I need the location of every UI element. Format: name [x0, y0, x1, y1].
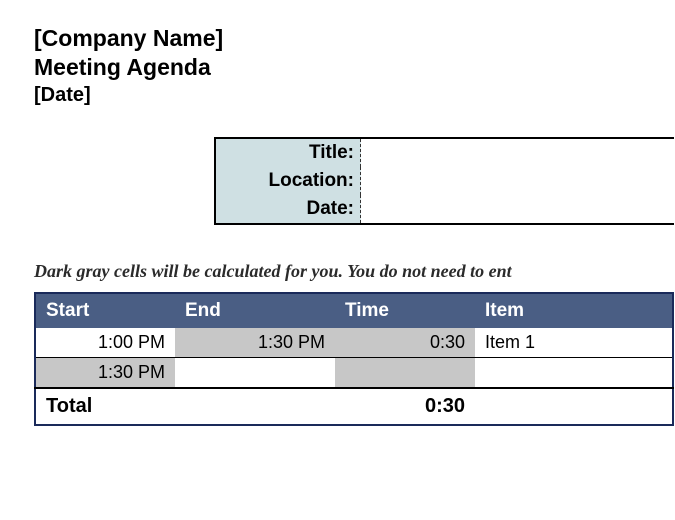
cell-item[interactable] [475, 357, 673, 388]
doc-date: [Date] [34, 84, 675, 107]
cell-end: 1:30 PM [175, 328, 335, 358]
total-row: Total 0:30 [35, 388, 673, 425]
cell-item[interactable]: Item 1 [475, 328, 673, 358]
info-date-label: Date: [216, 195, 361, 223]
col-item: Item [475, 293, 673, 328]
info-title-value[interactable] [361, 139, 674, 167]
company-name: [Company Name] [34, 24, 675, 53]
cell-start[interactable]: 1:00 PM [35, 328, 175, 358]
info-location-label: Location: [216, 167, 361, 195]
hint-text: Dark gray cells will be calculated for y… [34, 261, 675, 282]
col-start: Start [35, 293, 175, 328]
total-label: Total [35, 388, 175, 425]
table-header-row: Start End Time Item [35, 293, 673, 328]
doc-title: Meeting Agenda [34, 53, 675, 82]
info-date-value[interactable] [361, 195, 674, 223]
agenda-table: Start End Time Item 1:00 PM 1:30 PM 0:30… [34, 292, 674, 426]
total-time: 0:30 [335, 388, 475, 425]
cell-time: 0:30 [335, 328, 475, 358]
col-time: Time [335, 293, 475, 328]
table-row: 1:00 PM 1:30 PM 0:30 Item 1 [35, 328, 673, 358]
table-row: 1:30 PM [35, 357, 673, 388]
info-location-value[interactable] [361, 167, 674, 195]
cell-time [335, 357, 475, 388]
cell-end[interactable] [175, 357, 335, 388]
col-end: End [175, 293, 335, 328]
meeting-info-box: Title: Location: Date: [214, 137, 674, 225]
info-title-label: Title: [216, 139, 361, 167]
cell-start: 1:30 PM [35, 357, 175, 388]
